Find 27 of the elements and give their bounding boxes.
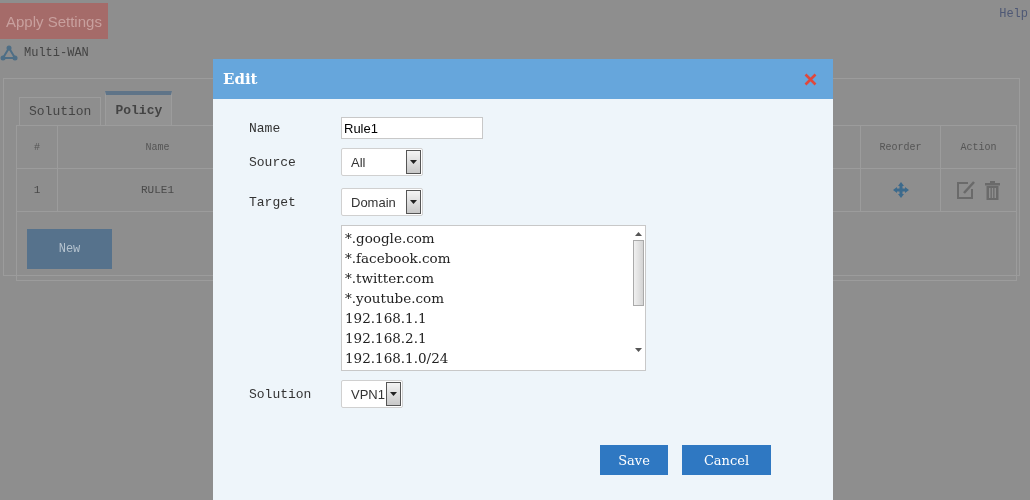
dialog-title: Edit xyxy=(223,70,258,88)
network-icon xyxy=(0,45,18,61)
field-label: Solution xyxy=(249,386,313,402)
target-list-field[interactable]: *.google.com *.facebook.com *.twitter.com *.youtube.com 192.168.1.1 192.168.2.1 192.168.1.0/24 xyxy=(341,225,646,371)
caret-down-icon xyxy=(390,392,397,396)
column-header: Reorder xyxy=(861,126,941,168)
caret-down-icon xyxy=(410,200,417,204)
edit-icon[interactable] xyxy=(956,180,976,200)
trash-icon[interactable] xyxy=(984,180,1001,200)
tab[interactable]: Policy xyxy=(105,91,173,125)
scroll-down-icon[interactable] xyxy=(634,348,642,352)
new-button[interactable]: New xyxy=(27,229,112,269)
dropdown[interactable]: VPN1 xyxy=(341,380,403,408)
column-header: Action xyxy=(959,140,998,155)
breadcrumb-label: Multi-WAN xyxy=(24,46,89,60)
close-icon[interactable] xyxy=(804,72,817,86)
table-cell: 1 xyxy=(17,169,58,211)
name-field[interactable]: Rule1 xyxy=(341,117,483,139)
tab[interactable]: Solution xyxy=(19,97,102,125)
dropdown[interactable]: Domain xyxy=(341,188,423,216)
cancel-button[interactable]: Cancel xyxy=(682,445,771,475)
save-button[interactable]: Save xyxy=(600,445,668,475)
caret-down-icon xyxy=(410,160,417,164)
dropdown[interactable]: All xyxy=(341,148,423,176)
column-header: # xyxy=(17,126,58,168)
scroll-up-icon[interactable] xyxy=(634,232,642,236)
move-icon[interactable] xyxy=(892,182,909,198)
